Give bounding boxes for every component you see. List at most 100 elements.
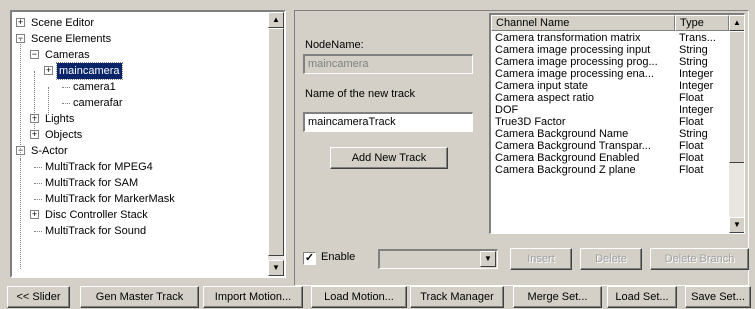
expand-icon[interactable]: + [30, 130, 39, 139]
tree-connector [48, 87, 49, 115]
channel-row[interactable]: Camera image processing input String [491, 44, 729, 56]
channel-row[interactable]: Camera Background Z plane Float [491, 164, 729, 176]
channel-type-cell: Integer [679, 104, 714, 116]
load-set-button[interactable]: Load Set... [607, 286, 677, 308]
column-header-channel-name[interactable]: Channel Name [491, 15, 675, 31]
scroll-up-icon[interactable]: ▲ [268, 12, 284, 28]
tree-item[interactable]: camera1 [12, 79, 266, 95]
tree-item[interactable]: + Scene Editor [12, 15, 266, 31]
tree-item[interactable]: + maincamera [12, 62, 266, 80]
channel-list-scrollbar[interactable]: ▲ ▼ [729, 15, 744, 233]
tree-item-label[interactable]: S-Actor [29, 143, 70, 159]
channel-row[interactable]: Camera Background Transpar... Float [491, 140, 729, 152]
save-set-button[interactable]: Save Set... [685, 286, 751, 308]
tree-item-label[interactable]: maincamera [56, 62, 123, 80]
tree-connector [34, 167, 42, 168]
channel-name-cell: Camera image processing input [495, 44, 651, 56]
node-name-label: NodeName: [305, 39, 364, 51]
merge-set-button[interactable]: Merge Set... [513, 286, 602, 308]
channel-type-cell: Float [679, 116, 704, 128]
channel-type-cell: Trans... [679, 32, 716, 44]
channel-type-cell: Integer [679, 68, 714, 80]
channel-type-cell: String [679, 44, 708, 56]
expand-icon[interactable]: + [30, 210, 39, 219]
tree-connector [62, 87, 70, 88]
channel-type-cell: String [679, 128, 708, 140]
tree-item[interactable]: + Lights [12, 111, 266, 127]
channel-row[interactable]: Camera aspect ratio Float [491, 92, 729, 104]
channel-type-cell: String [679, 56, 708, 68]
channel-name-cell: Camera input state [495, 80, 588, 92]
tree-item[interactable]: + Disc Controller Stack [12, 207, 266, 223]
track-manager-button[interactable]: Track Manager [410, 286, 504, 308]
expand-icon[interactable]: + [44, 66, 53, 75]
channel-row[interactable]: Camera transformation matrix Trans... [491, 32, 729, 44]
tree-item[interactable]: camerafar [12, 95, 266, 111]
channel-row[interactable]: Camera image processing prog... String [491, 56, 729, 68]
scene-tree[interactable]: + Scene Editor − Scene Elements − Cameras + mai… [10, 10, 286, 278]
tree-scrollbar[interactable]: ▲ ▼ [268, 12, 284, 276]
channel-list[interactable]: Channel Name Type Camera transformation … [489, 13, 745, 234]
tree-item[interactable]: MultiTrack for MarkerMask [12, 191, 266, 207]
tree-item[interactable]: MultiTrack for Sound [12, 223, 266, 239]
scroll-thumb[interactable] [729, 31, 744, 163]
channel-row[interactable]: DOF Integer [491, 104, 729, 116]
tree-item-label[interactable]: camera1 [71, 79, 118, 95]
enable-checkbox[interactable]: ✓ [303, 252, 316, 265]
delete-button[interactable]: Delete [580, 248, 642, 270]
channel-name-cell: Camera image processing prog... [495, 56, 658, 68]
tree-item-label[interactable]: Disc Controller Stack [43, 207, 150, 223]
tree-item[interactable]: MultiTrack for MPEG4 [12, 159, 266, 175]
tree-connector [20, 159, 21, 269]
tree-item-label[interactable]: MultiTrack for MPEG4 [43, 159, 155, 175]
tree-item-label[interactable]: Scene Elements [29, 31, 113, 47]
scroll-thumb[interactable] [268, 28, 284, 256]
collapse-icon[interactable]: − [30, 50, 39, 59]
scroll-down-icon[interactable]: ▼ [268, 260, 284, 276]
channel-type-cell: Float [679, 140, 704, 152]
tree-item[interactable]: − S-Actor [12, 143, 266, 159]
gen-master-track-button[interactable]: Gen Master Track [80, 286, 199, 308]
tree-item-label[interactable]: camerafar [71, 95, 125, 111]
channel-row[interactable]: Camera input state Integer [491, 80, 729, 92]
tree-item[interactable]: + Objects [12, 127, 266, 143]
import-motion-button[interactable]: Import Motion... [203, 286, 303, 308]
channel-name-cell: Camera aspect ratio [495, 92, 595, 104]
new-track-label: Name of the new track [305, 88, 416, 100]
tree-item-label[interactable]: MultiTrack for Sound [43, 223, 148, 239]
tree-connector [62, 103, 70, 104]
node-name-field: maincamera [303, 54, 473, 74]
scroll-down-icon[interactable]: ▼ [729, 217, 744, 233]
slider-button[interactable]: << Slider [7, 286, 70, 308]
channel-type-cell: Integer [679, 80, 714, 92]
delete-branch-button[interactable]: Delete Branch [650, 248, 749, 270]
enable-label: Enable [321, 251, 356, 263]
tree-connector [34, 231, 42, 232]
channel-type-cell: Float [679, 152, 704, 164]
tree-connector [34, 199, 42, 200]
tree-item[interactable]: MultiTrack for SAM [12, 175, 266, 191]
tree-item[interactable]: − Scene Elements [12, 31, 266, 47]
tree-item-label[interactable]: Objects [43, 127, 84, 143]
tree-connector [34, 183, 42, 184]
channel-name-cell: Camera image processing ena... [495, 68, 654, 80]
channel-row[interactable]: Camera Background Name String [491, 128, 729, 140]
tree-item-label[interactable]: MultiTrack for MarkerMask [43, 191, 177, 207]
load-motion-button[interactable]: Load Motion... [311, 286, 407, 308]
insert-button[interactable]: Insert [510, 248, 572, 270]
add-new-track-button[interactable]: Add New Track [330, 147, 448, 169]
scroll-up-icon[interactable]: ▲ [729, 15, 744, 31]
channel-row[interactable]: Camera image processing ena... Integer [491, 68, 729, 80]
tree-item[interactable]: − Cameras [12, 47, 266, 63]
tree-item-label[interactable]: Scene Editor [29, 15, 96, 31]
channel-row[interactable]: True3D Factor Float [491, 116, 729, 128]
tree-item-label[interactable]: MultiTrack for SAM [43, 175, 140, 191]
new-track-name-input[interactable]: maincameraTrack [303, 112, 473, 132]
chevron-down-icon[interactable]: ▼ [480, 251, 496, 267]
expand-icon[interactable]: + [16, 18, 25, 27]
column-header-type[interactable]: Type [675, 15, 729, 31]
channel-name-cell: True3D Factor [495, 116, 566, 128]
tree-connector [20, 39, 21, 169]
channel-row[interactable]: Camera Background Enabled Float [491, 152, 729, 164]
tree-item-label[interactable]: Cameras [43, 47, 92, 63]
